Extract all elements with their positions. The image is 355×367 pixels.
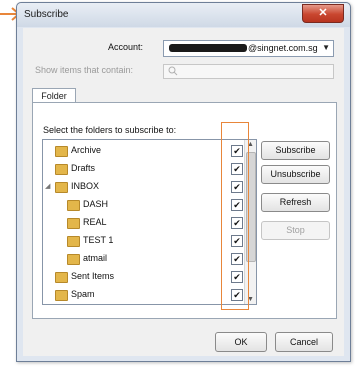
tab-folder-list[interactable]: Folder List [32,88,76,115]
subscribe-checkbox[interactable]: ✔ [231,289,243,301]
folder-name: atmail [83,253,108,263]
stop-button[interactable]: Stop [261,221,330,240]
subscribe-checkbox[interactable]: ✔ [231,253,243,265]
list-item[interactable]: Spam ✔ [43,286,244,304]
scroll-down-arrow-icon[interactable]: ▼ [247,296,254,303]
subscribe-checkbox[interactable]: ✔ [231,181,243,193]
subscribe-checkbox[interactable]: ✔ [231,163,243,175]
list-item[interactable]: Sent Items ✔ [43,268,244,286]
scrollbar-thumb[interactable] [246,152,256,262]
folder-name: Sent Items [71,271,115,281]
close-icon: ✕ [318,7,328,19]
folder-icon [55,182,68,193]
ok-button[interactable]: OK [215,332,267,352]
list-item[interactable]: DASH ✔ [43,196,244,214]
folder-list[interactable]: Archive ✔ Drafts ✔ ◢ INBOX ✔ DASH ✔ REAL… [42,139,257,305]
subscribe-button[interactable]: Subscribe [261,141,330,160]
folder-name: DASH [83,199,109,209]
list-item[interactable]: atmail ✔ [43,250,244,268]
search-icon [168,66,178,76]
expand-collapse-icon[interactable]: ◢ [45,182,50,190]
title-bar[interactable]: Subscribe ✕ [17,3,350,27]
account-select[interactable]: @singnet.com.sg ▼ [163,40,334,57]
folder-name: INBOX [71,181,100,191]
folder-icon [55,272,68,283]
account-value: @singnet.com.sg [248,43,318,53]
list-item[interactable]: REAL ✔ [43,214,244,232]
folder-name: Archive [71,145,102,155]
screenshot-stage: Subscribe ✕ Account: @singnet.com.sg ▼ S… [0,0,355,367]
cancel-button[interactable]: Cancel [275,332,333,352]
folder-icon [55,290,68,301]
chevron-down-icon[interactable]: ▼ [322,43,330,52]
folder-icon [67,236,80,247]
folder-icon [67,200,80,211]
folder-list-scrollbar[interactable]: ▲ ▼ [244,140,256,304]
list-item[interactable]: ◢ INBOX ✔ [43,178,244,196]
subscribe-dialog: Subscribe ✕ Account: @singnet.com.sg ▼ S… [16,2,351,362]
list-item[interactable]: TEST 1 ✔ [43,232,244,250]
folder-name: Spam [71,289,95,299]
folder-icon [55,146,68,157]
folder-name: Drafts [71,163,96,173]
folder-name: TEST 1 [83,235,114,245]
folder-icon [67,254,80,265]
filter-label: Show items that contain: [35,65,134,75]
subscribe-checkbox[interactable]: ✔ [231,271,243,283]
folder-icon [67,218,80,229]
refresh-button[interactable]: Refresh [261,193,330,212]
account-label: Account: [108,42,144,52]
subscribe-checkbox[interactable]: ✔ [231,145,243,157]
list-item[interactable]: Drafts ✔ [43,160,244,178]
folder-icon [55,164,68,175]
dialog-body: Account: @singnet.com.sg ▼ Show items th… [23,28,344,356]
close-button[interactable]: ✕ [302,4,344,23]
list-item[interactable]: Archive ✔ [43,142,244,160]
subscribe-checkbox[interactable]: ✔ [231,217,243,229]
unsubscribe-button[interactable]: Unsubscribe [261,165,330,184]
folder-name: REAL [83,217,107,227]
subscribe-checkbox[interactable]: ✔ [231,199,243,211]
scroll-up-arrow-icon[interactable]: ▲ [247,141,254,148]
redacted-account-name [169,44,247,52]
subscribe-checkbox[interactable]: ✔ [231,235,243,247]
filter-input[interactable] [163,64,334,79]
window-title: Subscribe [24,9,69,20]
folder-instruction: Select the folders to subscribe to: [43,125,177,135]
